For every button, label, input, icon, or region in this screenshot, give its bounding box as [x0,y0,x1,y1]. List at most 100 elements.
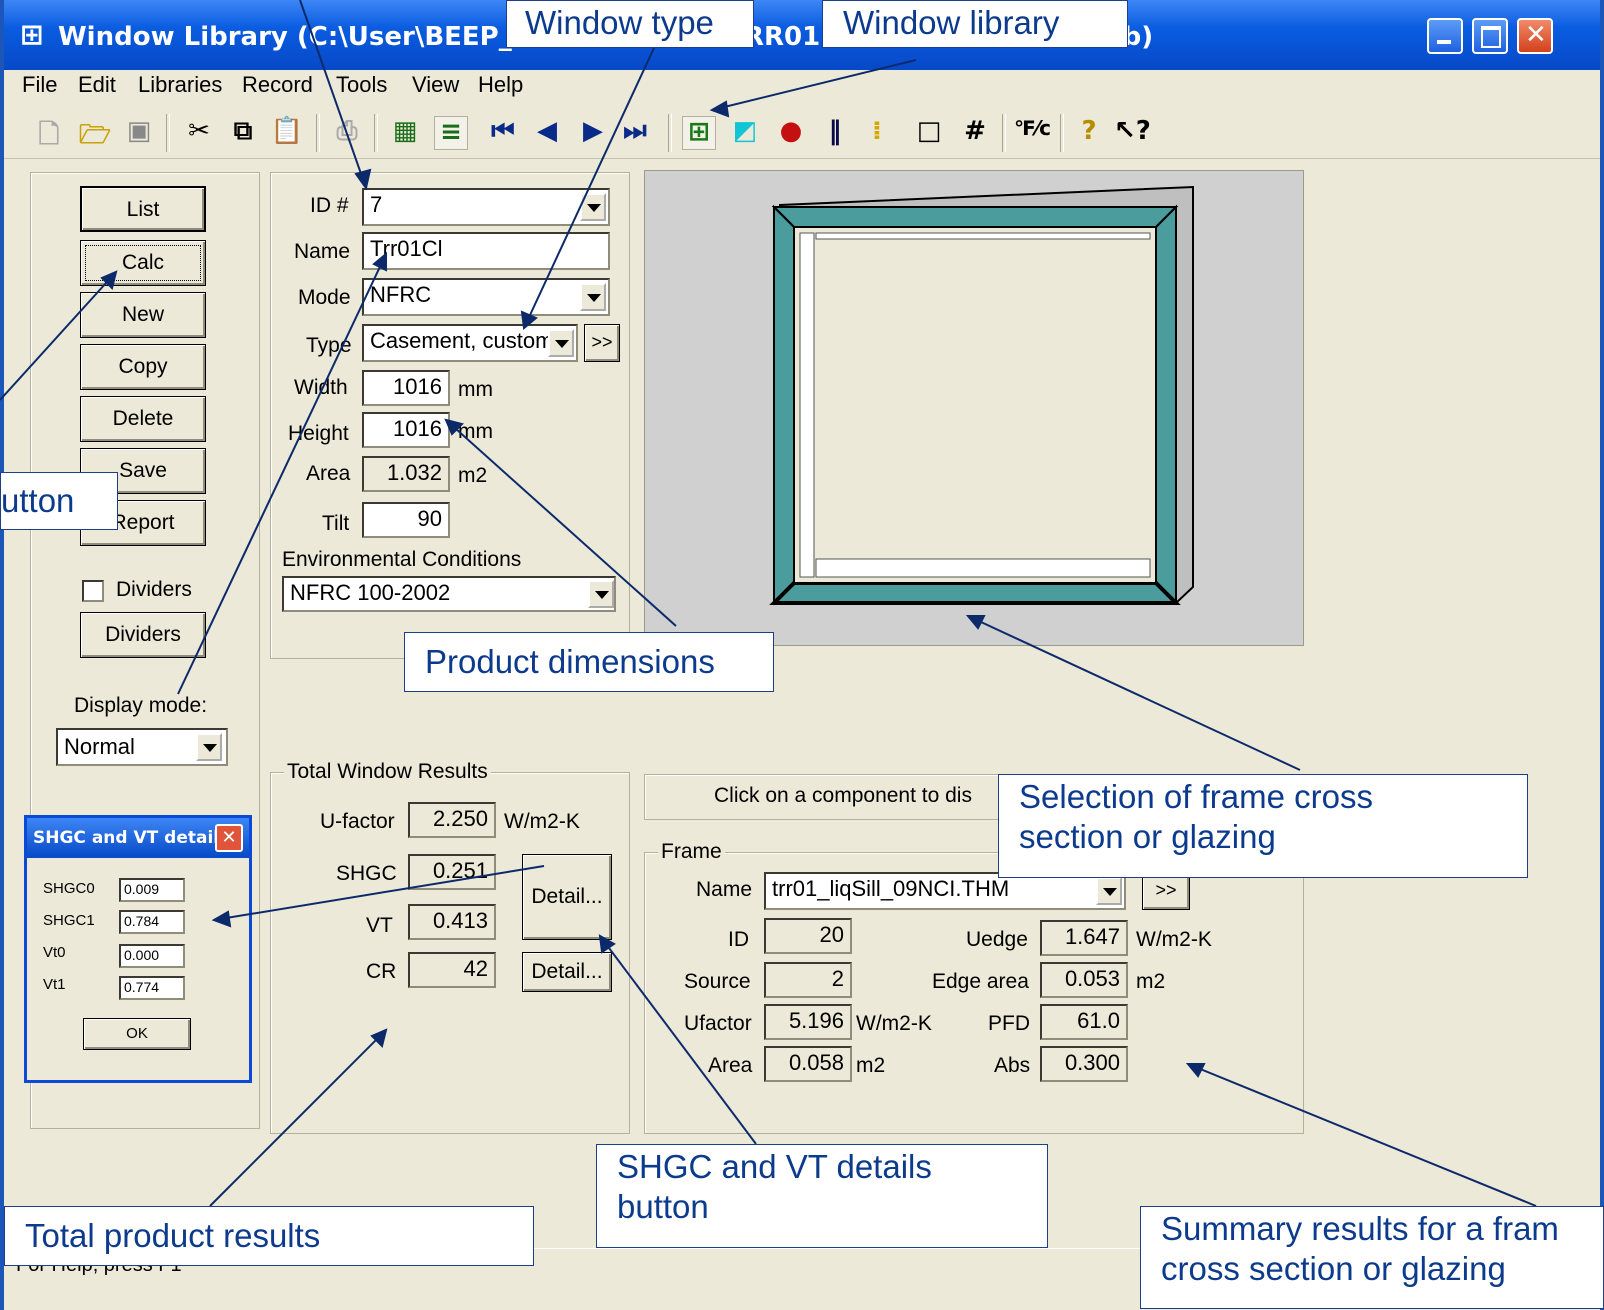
cr-value: 42 [463,956,488,981]
copy-icon[interactable]: ⧉ [226,116,260,150]
units-icon[interactable]: ℉⁄c [1014,116,1051,150]
ufactor-readout: 2.250 [408,802,496,838]
vt0-field[interactable]: 0.000 [119,944,185,968]
divider-icon[interactable]: ‖ [818,116,852,150]
vt1-field[interactable]: 0.774 [119,976,185,1000]
edge-area-unit: m2 [1136,970,1166,993]
environmental-conditions-select[interactable]: NFRC 100-2002 [282,576,616,612]
new-icon[interactable]: 🗋 [32,116,66,150]
type-select[interactable]: Casement, custom [362,324,578,362]
title-bar[interactable]: ⊞ Window Library (C:\User\BEEP_Sha RR01 … [4,0,1600,72]
minimize-button[interactable] [1427,18,1463,54]
menu-record[interactable]: Record [242,72,313,98]
shgc-vt-detail-button[interactable]: Detail... [522,854,612,940]
jamb-right-frame-section[interactable] [1155,204,1177,606]
callout-frame-selection: Selection of frame cross section or glaz… [998,774,1528,878]
type-dropdown-button[interactable] [548,329,574,357]
grid-icon[interactable]: # [958,116,992,150]
frame-name-dropdown-button[interactable] [1096,877,1122,905]
dividers-checkbox[interactable] [82,580,104,602]
open-icon[interactable]: 🗁 [78,116,112,150]
close-button[interactable]: ✕ [1517,18,1553,54]
copy-button[interactable]: Copy [80,344,206,390]
menu-view[interactable]: View [412,72,459,98]
head-frame-section[interactable] [771,206,1179,228]
name-label: Name [294,240,351,263]
glazing-system-icon[interactable]: ◩ [728,116,762,150]
id-value: 7 [370,192,383,217]
callout-shgc-vt-details-line1: SHGC and VT details [617,1148,932,1185]
shgc1-field[interactable]: 0.784 [119,910,185,934]
frame-source-label: Source [684,970,751,993]
maximize-icon [1481,26,1501,48]
dividers-checkbox-label: Dividers [116,578,192,601]
ufactor-value: 2.250 [432,806,488,831]
type-more-button[interactable]: >> [584,324,620,362]
context-help-icon[interactable]: ↖? [1114,116,1151,150]
id-dropdown-button[interactable] [580,193,606,221]
window-elevation-drawing[interactable] [645,171,1303,645]
close-icon[interactable]: ✕ [215,824,243,852]
jamb-left-frame-section[interactable] [773,204,795,606]
list-view-icon[interactable]: ▦ [388,116,422,150]
save-icon[interactable]: ▣ [122,116,156,150]
name-value: Trr01Cl [370,236,443,261]
shading-icon[interactable]: ⁞ [860,116,894,150]
name-field[interactable]: Trr01Cl [362,232,610,270]
calc-button[interactable]: Calc [80,240,206,286]
list-button[interactable]: List [80,186,206,232]
cr-detail-button[interactable]: Detail... [522,952,612,992]
first-record-icon[interactable]: ⏮ [486,116,520,150]
frame-area-unit: m2 [856,1054,886,1077]
window-library-icon[interactable]: ⊞ [682,116,716,150]
delete-button[interactable]: Delete [80,396,206,442]
menu-file[interactable]: File [22,72,57,98]
pfd-value: 61.0 [1077,1008,1120,1033]
maximize-button[interactable] [1472,18,1508,54]
help-icon[interactable]: ? [1072,116,1106,150]
frame-id-label: ID [728,928,749,951]
chevron-down-icon [595,591,609,599]
ok-button[interactable]: OK [83,1018,191,1050]
previous-record-icon[interactable]: ◀ [530,116,564,150]
next-record-icon[interactable]: ▶ [576,116,610,150]
sill-frame-section[interactable] [769,581,1181,605]
menu-help[interactable]: Help [478,72,523,98]
shgc0-field[interactable]: 0.009 [119,878,185,902]
mode-dropdown-button[interactable] [580,283,606,311]
glazing-stop-left [799,232,815,578]
component-hint-text: Click on a component to dis [714,784,972,807]
window-drawing-panel[interactable] [644,170,1304,646]
cut-icon[interactable]: ✂ [182,116,216,150]
area-label: Area [306,462,351,485]
paste-icon[interactable]: 📋 [270,116,304,150]
glazing-stop-bottom [815,558,1151,578]
menu-libraries[interactable]: Libraries [138,72,222,98]
edge-area-label: Edge area [932,970,1029,993]
environmental-conditions-dropdown-button[interactable] [588,580,614,608]
mode-label: Mode [298,286,351,309]
toolbar-separator [374,114,378,152]
callout-button-partial: utton [0,472,118,530]
tilt-field[interactable]: 90 [362,502,450,538]
print-icon[interactable]: ⎙ [330,116,364,150]
callout-product-dimensions: Product dimensions [404,632,774,692]
last-record-icon[interactable]: ⏭ [618,116,652,150]
dividers-button[interactable]: Dividers [80,612,206,658]
chevron-down-icon [203,744,217,752]
mode-select[interactable]: NFRC [362,278,610,316]
glazing-area[interactable] [793,226,1157,584]
id-select[interactable]: 7 [362,188,610,226]
detail-view-icon[interactable]: ≡ [434,116,468,150]
display-mode-dropdown-button[interactable] [196,733,222,761]
frame-area-label: Area [708,1054,753,1077]
width-field[interactable]: 1016 [362,370,450,406]
new-button[interactable]: New [80,292,206,338]
close-icon: ✕ [1525,20,1547,50]
window-library-app-icon: ⊞ [20,18,44,51]
menu-edit[interactable]: Edit [78,72,116,98]
gas-icon[interactable]: ● [774,116,808,150]
menu-tools[interactable]: Tools [336,72,387,98]
frame-icon[interactable]: □ [912,116,946,150]
height-field[interactable]: 1016 [362,412,450,448]
